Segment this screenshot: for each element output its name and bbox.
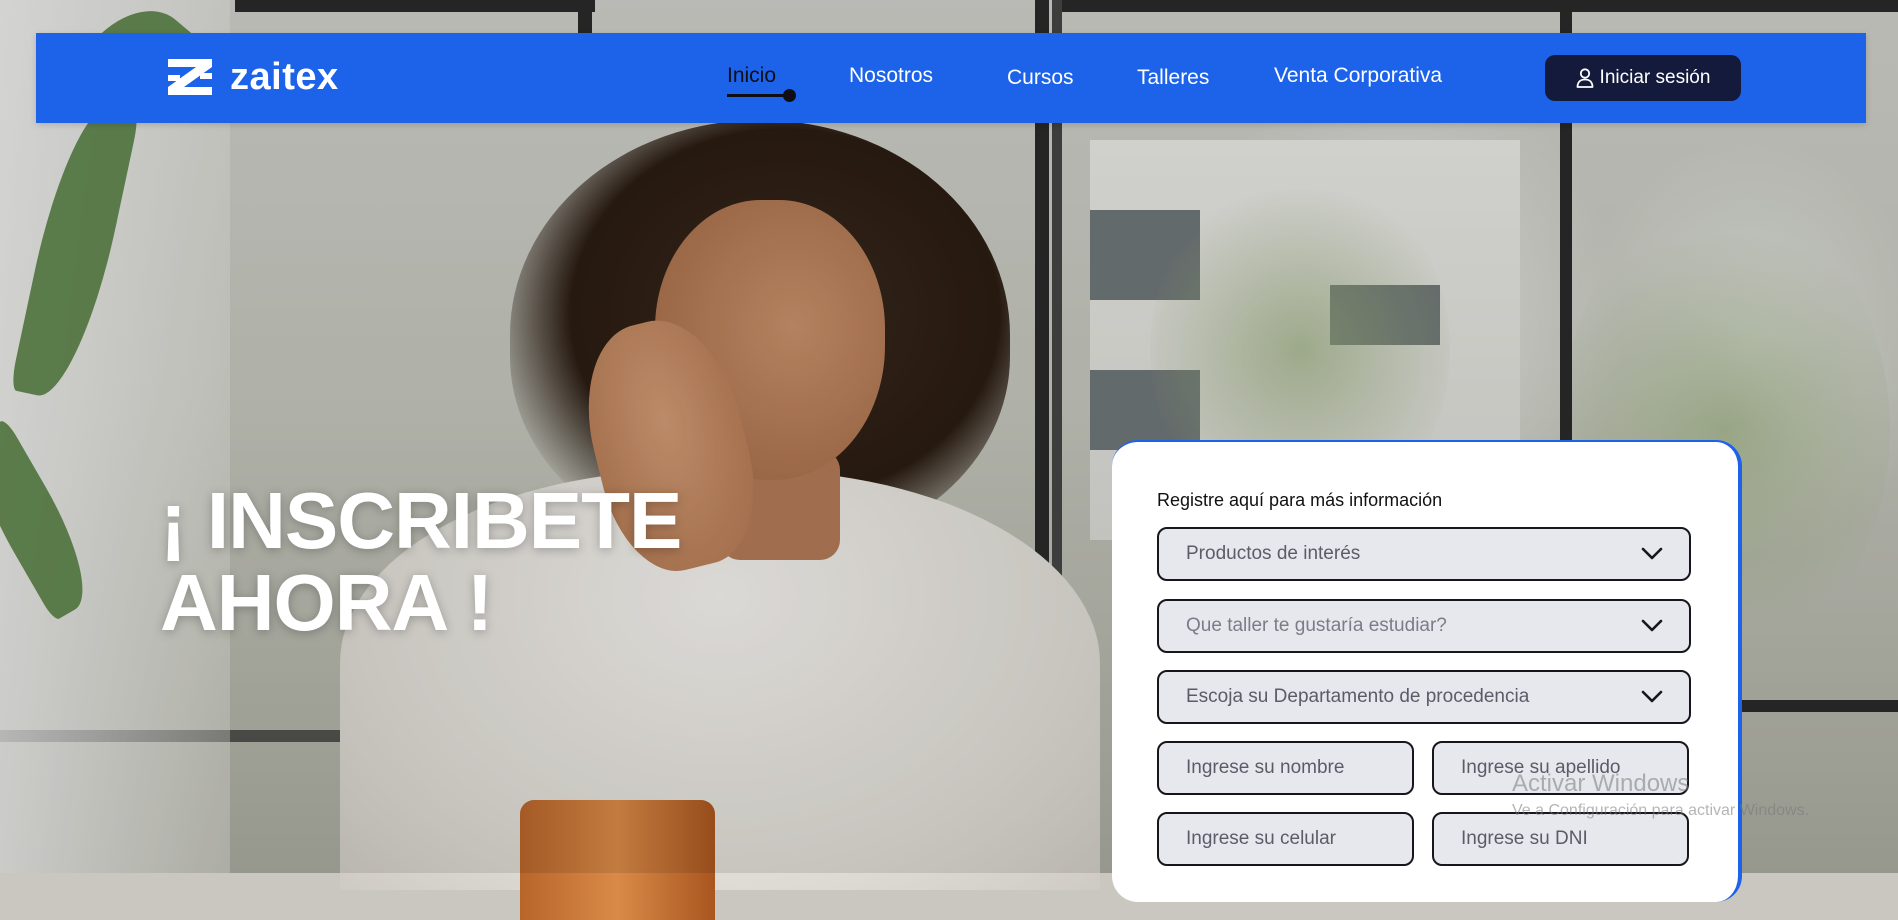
first-name-field[interactable]: Ingrese su nombre [1157,741,1414,795]
navbar: zaitex Inicio Nosotros Cursos Talleres V… [36,33,1866,123]
watermark-title: Activar Windows [1512,770,1690,797]
workshop-select-placeholder: Que taller te gustaría estudiar? [1186,615,1447,636]
products-select-placeholder: Productos de interés [1186,543,1361,564]
nav-venta-corporativa[interactable]: Venta Corporativa [1274,64,1442,88]
windows-activation-watermark: Activar Windows Ve a Configuración para … [1512,770,1809,820]
hero-title-line2: AHORA ! [160,558,493,647]
nav-nosotros[interactable]: Nosotros [849,64,933,88]
hero-title: ¡ INSCRIBETE AHORA ! [160,476,682,647]
login-button-label: Iniciar sesión [1599,67,1711,88]
brand-name: zaitex [230,55,339,98]
phone-placeholder: Ingrese su celular [1186,828,1336,849]
products-select[interactable]: Productos de interés [1157,527,1691,581]
dni-field[interactable]: Ingrese su DNI [1432,812,1689,866]
first-name-placeholder: Ingrese su nombre [1186,757,1345,778]
chevron-down-icon [1641,690,1663,703]
brand-logo-link[interactable]: zaitex [164,55,339,99]
zaitex-logo-icon [168,59,212,95]
nav-cursos[interactable]: Cursos [1007,66,1074,90]
chevron-down-icon [1641,547,1663,560]
watermark-subtitle: Ve a Configuración para activar Windows. [1512,802,1810,819]
form-title: Registre aquí para más información [1157,490,1443,510]
nav-inicio[interactable]: Inicio [727,64,776,88]
department-select-placeholder: Escoja su Departamento de procedencia [1186,686,1530,707]
active-nav-indicator [727,94,791,97]
department-select[interactable]: Escoja su Departamento de procedencia [1157,670,1691,724]
chevron-down-icon [1641,619,1663,632]
nav-talleres[interactable]: Talleres [1137,66,1209,90]
hero-title-line1: ¡ INSCRIBETE [160,476,682,565]
login-button[interactable]: Iniciar sesión [1545,55,1741,101]
dni-placeholder: Ingrese su DNI [1461,828,1588,849]
user-icon [1576,68,1593,88]
registration-form: Registre aquí para más información Produ… [1112,440,1742,902]
phone-field[interactable]: Ingrese su celular [1157,812,1414,866]
workshop-select[interactable]: Que taller te gustaría estudiar? [1157,599,1691,653]
active-nav-dot [783,89,796,102]
